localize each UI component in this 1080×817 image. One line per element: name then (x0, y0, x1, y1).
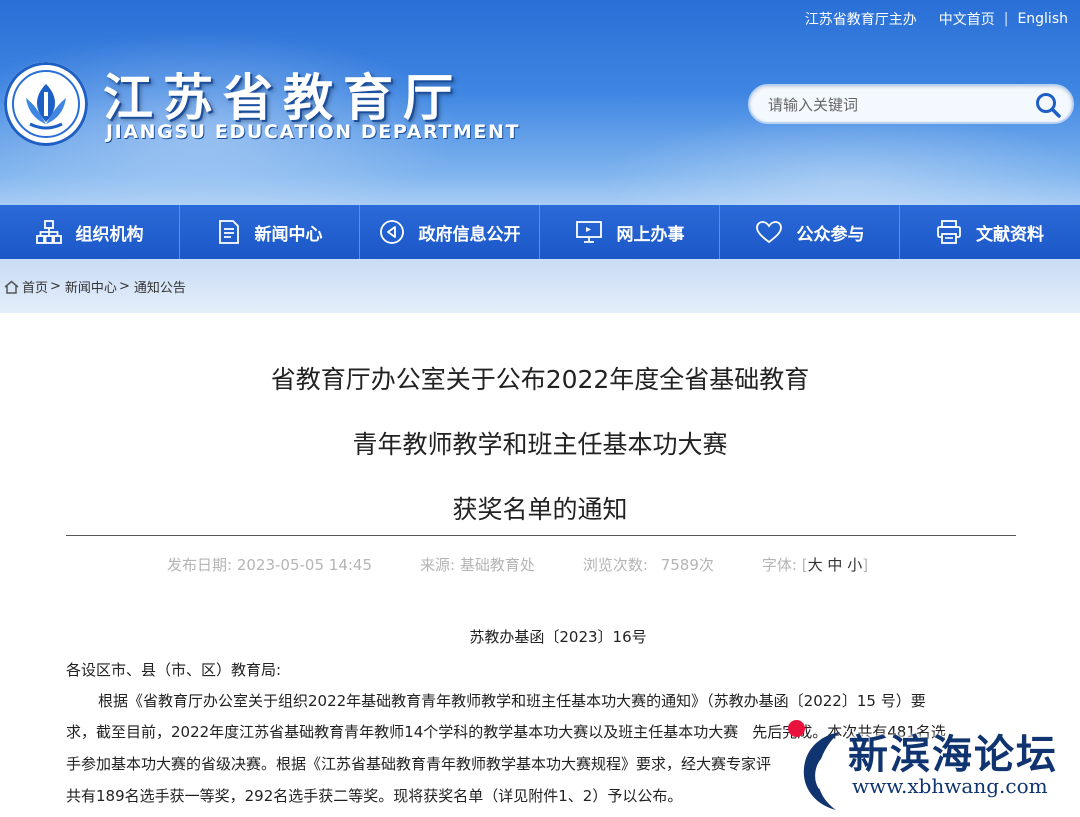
heart-icon (755, 221, 782, 244)
publish-date-value: 2023-05-05 14:45 (236, 556, 373, 574)
article-title-line-3: 获奖名单的通知 (452, 495, 628, 524)
top-links: 江苏省教育厅主办 中文首页 | English (805, 9, 1068, 29)
nav-item-news[interactable]: 新闻中心 (180, 205, 360, 259)
paragraph-line-2-text: 求，截至目前，2022年度江苏省基础教育青年教师14个学科的教学基本功大赛以及班… (66, 723, 739, 741)
nav-label-org: 组织机构 (75, 224, 144, 245)
font-size-switcher: 字体: [大 中 小] (762, 554, 868, 575)
nav-label-public: 公众参与 (796, 224, 865, 245)
nav-label-online-service: 网上办事 (616, 224, 685, 245)
nav-item-online-service[interactable]: 网上办事 (540, 205, 720, 259)
site-name-en: JIANGSU EDUCATION DEPARTMENT (106, 121, 521, 143)
announce-icon (379, 220, 404, 244)
main-nav: 组织机构 新闻中心 政府信息公开 网上办事 公众参与 文献资料 (0, 205, 1080, 259)
nav-item-gov-info[interactable]: 政府信息公开 (360, 205, 540, 259)
nav-item-public[interactable]: 公众参与 (720, 205, 900, 259)
watermark-name: 新滨海论坛 (848, 732, 1058, 778)
paragraph-line-3: 手参加基本功大赛的省级决赛。根据《江苏省基础教育青年教师教学基本功大赛规程》要求… (66, 755, 772, 773)
site-logo-icon[interactable] (4, 62, 88, 146)
source: 来源: 基础教育处 (420, 554, 535, 575)
site-name-cn[interactable]: 江苏省教育厅 (103, 58, 463, 130)
article-title-line-2: 青年教师教学和班主任基本功大赛 (352, 430, 728, 459)
breadcrumb-sep: > (50, 279, 61, 294)
document-icon (218, 220, 239, 244)
org-chart-icon (35, 220, 62, 244)
host-label: 江苏省教育厅主办 (804, 12, 917, 28)
nav-label-gov-info: 政府信息公开 (418, 224, 521, 245)
salutation: 各设区市、县（市、区）教育局: (66, 661, 282, 679)
nav-label-docs: 文献资料 (976, 224, 1044, 245)
cn-home-link[interactable]: 中文首页 (939, 9, 995, 29)
breadcrumb-sep: > (118, 279, 130, 294)
font-size-label: 字体: (761, 556, 797, 574)
nav-item-org[interactable]: 组织机构 (0, 205, 180, 259)
font-large-button[interactable]: 大 (808, 556, 823, 574)
nav-label-news: 新闻中心 (254, 224, 323, 245)
nav-item-docs[interactable]: 文献资料 (900, 205, 1080, 259)
breadcrumb-news[interactable]: 新闻中心 (65, 277, 117, 296)
english-link[interactable]: English (1017, 11, 1068, 27)
view-count-value: 7589次 (660, 556, 714, 574)
monitor-icon (575, 221, 602, 243)
document-number: 苏教办基函〔2023〕16号 (469, 628, 647, 646)
search-input[interactable] (766, 92, 1020, 118)
watermark-logo-icon (803, 732, 840, 810)
article-title-line-1: 省教育厅办公室关于公布2022年度全省基础教育 (270, 365, 810, 394)
font-medium-button[interactable]: 中 (827, 556, 842, 574)
search-icon[interactable] (1034, 91, 1062, 119)
forum-watermark: 新滨海论坛 www.xbhwang.com (788, 712, 1080, 817)
watermark-url: www.xbhwang.com (852, 774, 1048, 798)
top-links-divider: | (1003, 11, 1009, 27)
paragraph-line-4: 共有189名选手获一等奖，292名选手获二等奖。现将获奖名单（详见附件1、2）予… (66, 787, 683, 805)
home-icon (4, 280, 19, 294)
source-label: 来源: (420, 556, 456, 574)
font-size-bracket: ] (862, 556, 869, 574)
breadcrumb-home[interactable]: 首页 (22, 277, 48, 296)
source-value: 基础教育处 (459, 556, 535, 574)
breadcrumb: 首页 > 新闻中心 > 通知公告 (0, 259, 1080, 313)
header-glow-right (600, 110, 1080, 205)
printer-icon (937, 220, 961, 244)
view-count-label: 浏览次数: (582, 556, 648, 574)
title-divider (66, 535, 1016, 536)
paragraph-line-1: 根据《省教育厅办公室关于组织2022年基础教育青年教师教学和班主任基本功大赛的通… (98, 692, 926, 710)
publish-date: 发布日期: 2023-05-05 14:45 (167, 554, 372, 575)
view-count: 浏览次数: 7589次 (583, 554, 714, 575)
publish-date-label: 发布日期: (167, 556, 233, 574)
breadcrumb-current[interactable]: 通知公告 (134, 277, 186, 296)
search-box (748, 84, 1074, 124)
font-small-button[interactable]: 小 (847, 556, 862, 574)
site-header: 江苏省教育厅主办 中文首页 | English 江苏省教育厅 JIANGSU E… (0, 0, 1080, 205)
article-meta: 发布日期: 2023-05-05 14:45 来源: 基础教育处 浏览次数: 7… (167, 554, 868, 575)
